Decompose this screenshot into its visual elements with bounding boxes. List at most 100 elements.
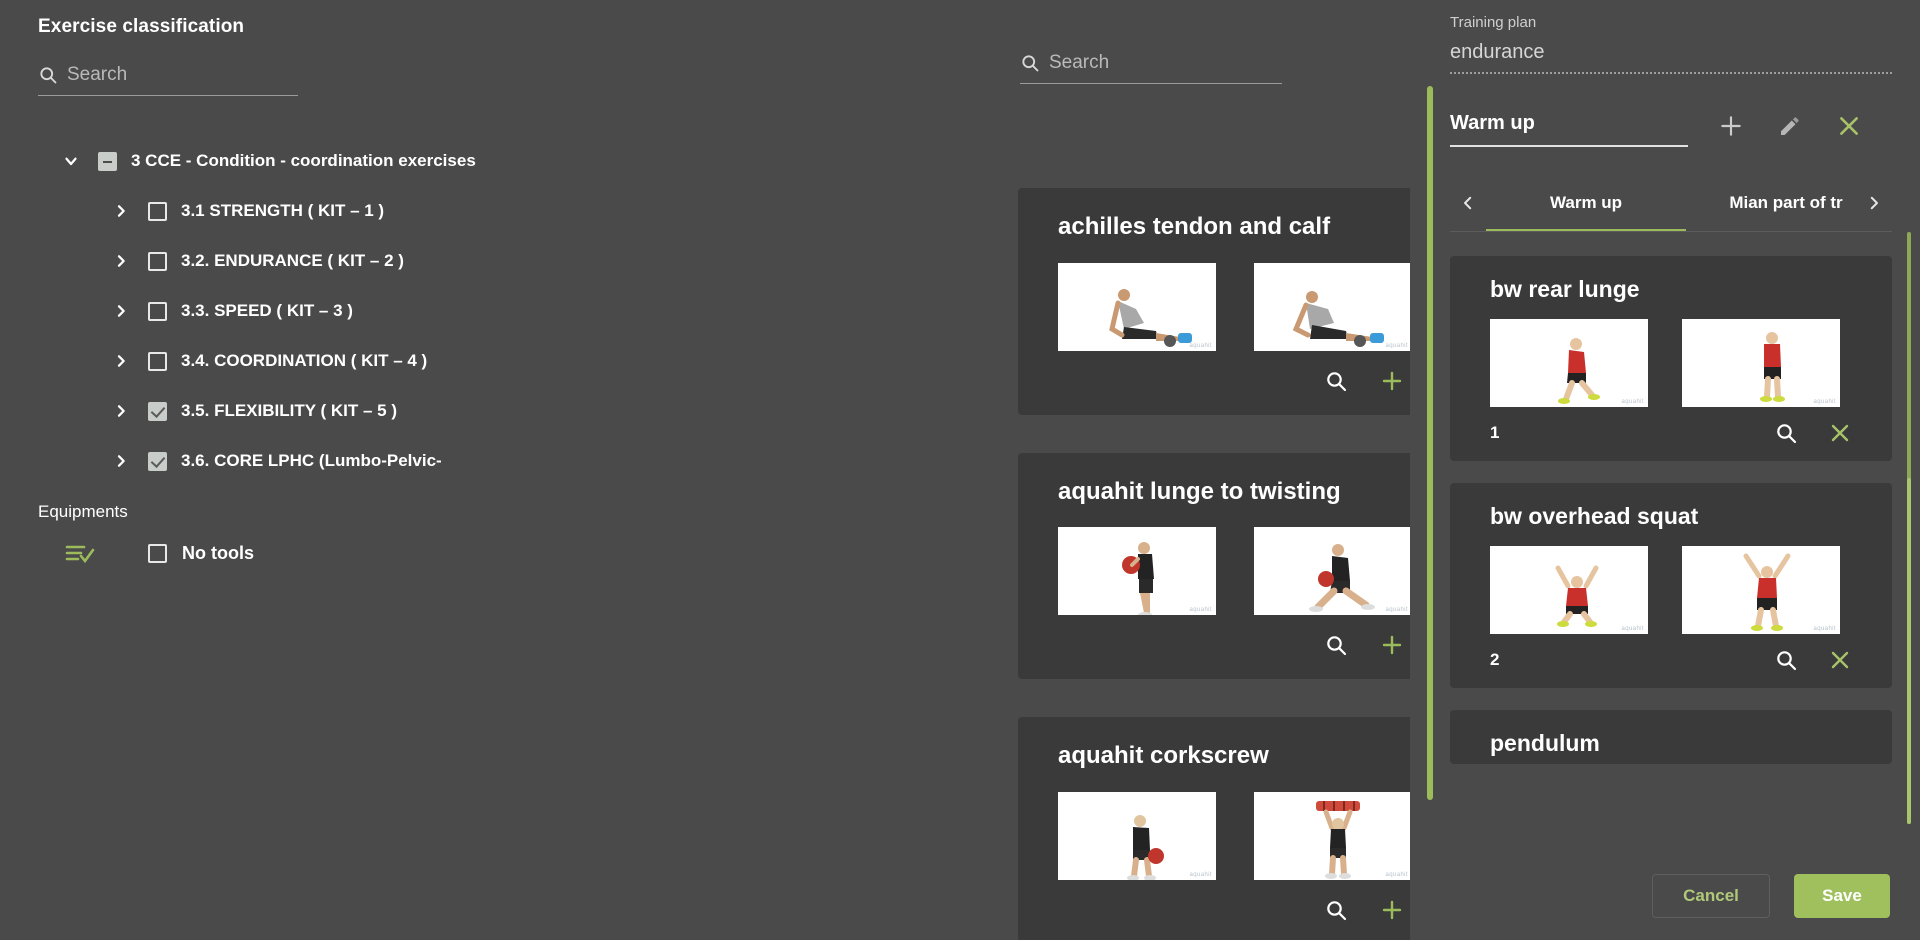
chevron-left-icon[interactable] (1450, 175, 1486, 231)
tab-label: Warm up (1549, 192, 1623, 212)
thumbnail-watermark: aquahit (1621, 398, 1644, 405)
cancel-button[interactable]: Cancel (1652, 874, 1770, 918)
exercise-card[interactable]: aquahit corkscrew aquahit aquahit (1018, 717, 1410, 940)
add-icon[interactable] (1380, 633, 1404, 657)
thumbnail-watermark: aquahit (1189, 342, 1212, 349)
tree-checkbox[interactable] (148, 251, 167, 271)
chevron-right-icon[interactable] (110, 303, 132, 319)
exercise-thumbnail[interactable]: aquahit (1058, 792, 1216, 881)
search-icon (38, 65, 58, 85)
list-check-icon[interactable] (60, 542, 100, 564)
zoom-icon[interactable] (1324, 369, 1348, 393)
tree-checkbox[interactable] (98, 151, 117, 171)
plan-exercise-item[interactable]: bw overhead squat aquahit aquahit 2 (1450, 482, 1892, 688)
exercise-card[interactable]: aquahit lunge to twisting aquahit aquahi… (1018, 452, 1410, 680)
thumbnail-watermark: aquahit (1385, 607, 1408, 614)
exercise-card-actions (1058, 369, 1410, 393)
section-name-underline (1450, 145, 1688, 147)
thumbnail-watermark: aquahit (1813, 625, 1836, 632)
plan-exercise-thumbnails: aquahit aquahit (1490, 318, 1856, 407)
equipments-row: No tools (38, 542, 510, 564)
training-plan-panel: Training plan endurance Warm up Warm up … (1410, 0, 1920, 940)
dialog-footer: Cancel Save (1652, 874, 1890, 918)
tree-node-label: 3.3. SPEED ( KIT – 3 ) (181, 301, 353, 320)
tree-node-root[interactable]: 3 CCE - Condition - coordination exercis… (38, 136, 510, 186)
chevron-right-icon[interactable] (110, 403, 132, 419)
training-plan-label: Training plan (1450, 14, 1537, 31)
section-actions (1718, 113, 1862, 139)
tab-label: Mian part of tr (1729, 192, 1843, 212)
plan-exercise-thumbnail[interactable]: aquahit (1682, 545, 1840, 634)
section-tabs: Warm up Mian part of tr (1450, 175, 1892, 232)
edit-icon[interactable] (1778, 114, 1802, 138)
plan-exercise-actions (1774, 648, 1856, 672)
zoom-icon[interactable] (1774, 648, 1798, 672)
remove-icon[interactable] (1828, 648, 1852, 672)
no-tools-checkbox[interactable] (148, 543, 167, 563)
exercise-card-grid: achilles tendon and calf aquahit aquahit… (1018, 188, 1410, 940)
exercise-planner-screen: Exercise classification Search 3 CCE - C… (0, 0, 1920, 940)
plan-exercise-title: bw overhead squat (1490, 502, 1699, 529)
chevron-right-icon[interactable] (110, 353, 132, 369)
exercise-search-field[interactable]: Search (1020, 52, 1282, 84)
section-name-value: Warm up (1450, 112, 1535, 134)
chevron-right-icon[interactable] (110, 253, 132, 269)
training-plan-value[interactable]: endurance (1450, 41, 1892, 64)
exercise-thumbnail[interactable]: aquahit (1058, 527, 1216, 616)
plan-exercise-thumbnail[interactable]: aquahit (1682, 318, 1840, 407)
tab-warm-up[interactable]: Warm up (1486, 175, 1686, 231)
add-icon[interactable] (1718, 113, 1744, 139)
close-icon[interactable] (1836, 113, 1862, 139)
plan-exercise-list: bw rear lunge aquahit aquahit 1 bw overh… (1450, 255, 1892, 764)
chevron-right-icon[interactable] (1856, 175, 1892, 231)
tree-node-label: 3.2. ENDURANCE ( KIT – 2 ) (181, 251, 404, 270)
tree-checkbox[interactable] (148, 351, 167, 371)
zoom-icon[interactable] (1324, 898, 1348, 922)
tree-node-endurance[interactable]: 3.2. ENDURANCE ( KIT – 2 ) (38, 236, 510, 286)
page-title: Exercise classification (38, 16, 245, 37)
tree-node-coordination[interactable]: 3.4. COORDINATION ( KIT – 4 ) (38, 336, 510, 386)
tree-checkbox[interactable] (148, 401, 167, 421)
plan-exercise-footer: 2 (1490, 648, 1856, 672)
exercise-thumbnail[interactable]: aquahit (1254, 527, 1410, 616)
add-icon[interactable] (1380, 369, 1404, 393)
tree-checkbox[interactable] (148, 201, 167, 221)
section-name-field[interactable]: Warm up (1450, 112, 1688, 147)
plan-exercise-item[interactable]: bw rear lunge aquahit aquahit 1 (1450, 255, 1892, 461)
exercise-thumbnail[interactable]: aquahit (1058, 262, 1216, 351)
plan-list-scrollbar[interactable] (1907, 232, 1911, 824)
tab-main-part[interactable]: Mian part of tr (1686, 175, 1856, 231)
zoom-icon[interactable] (1324, 633, 1348, 657)
save-button[interactable]: Save (1794, 874, 1890, 918)
exercise-thumbnail[interactable]: aquahit (1254, 792, 1410, 881)
chevron-right-icon[interactable] (110, 203, 132, 219)
remove-icon[interactable] (1828, 421, 1852, 445)
add-icon[interactable] (1380, 898, 1404, 922)
chevron-down-icon[interactable] (60, 152, 82, 170)
tree-node-label: 3.4. COORDINATION ( KIT – 4 ) (181, 351, 428, 370)
tree-checkbox[interactable] (148, 451, 167, 471)
zoom-icon[interactable] (1774, 421, 1798, 445)
plan-exercise-thumbnail[interactable]: aquahit (1490, 318, 1648, 407)
tree-checkbox[interactable] (148, 301, 167, 321)
scrollbar-thumb[interactable] (1907, 478, 1911, 824)
thumbnail-watermark: aquahit (1621, 625, 1644, 632)
exercise-card[interactable]: achilles tendon and calf aquahit aquahit (1018, 188, 1410, 415)
plan-exercise-item[interactable]: pendulum (1450, 709, 1892, 764)
exercise-thumbnails: aquahit aquahit (1058, 527, 1410, 616)
classification-search-field[interactable]: Search (38, 64, 298, 96)
tree-node-speed[interactable]: 3.3. SPEED ( KIT – 3 ) (38, 286, 510, 336)
tree-node-label: 3.5. FLEXIBILITY ( KIT – 5 ) (181, 401, 398, 420)
tree-node-flexibility[interactable]: 3.5. FLEXIBILITY ( KIT – 5 ) (38, 386, 510, 436)
plan-exercise-footer: 1 (1490, 421, 1856, 445)
thumbnail-watermark: aquahit (1385, 342, 1408, 349)
chevron-right-icon[interactable] (110, 453, 132, 469)
plan-exercise-thumbnail[interactable]: aquahit (1490, 545, 1648, 634)
tree-node-core-lphc[interactable]: 3.6. CORE LPHC (Lumbo-Pelvic-Hip-Complex… (38, 436, 510, 486)
exercise-card-actions (1058, 633, 1410, 657)
plan-exercise-index: 1 (1490, 422, 1500, 442)
tree-node-label: 3.1 STRENGTH ( KIT – 1 ) (181, 201, 385, 220)
exercise-search-placeholder: Search (1049, 52, 1110, 73)
tree-node-strength[interactable]: 3.1 STRENGTH ( KIT – 1 ) (38, 186, 510, 236)
exercise-thumbnail[interactable]: aquahit (1254, 262, 1410, 351)
